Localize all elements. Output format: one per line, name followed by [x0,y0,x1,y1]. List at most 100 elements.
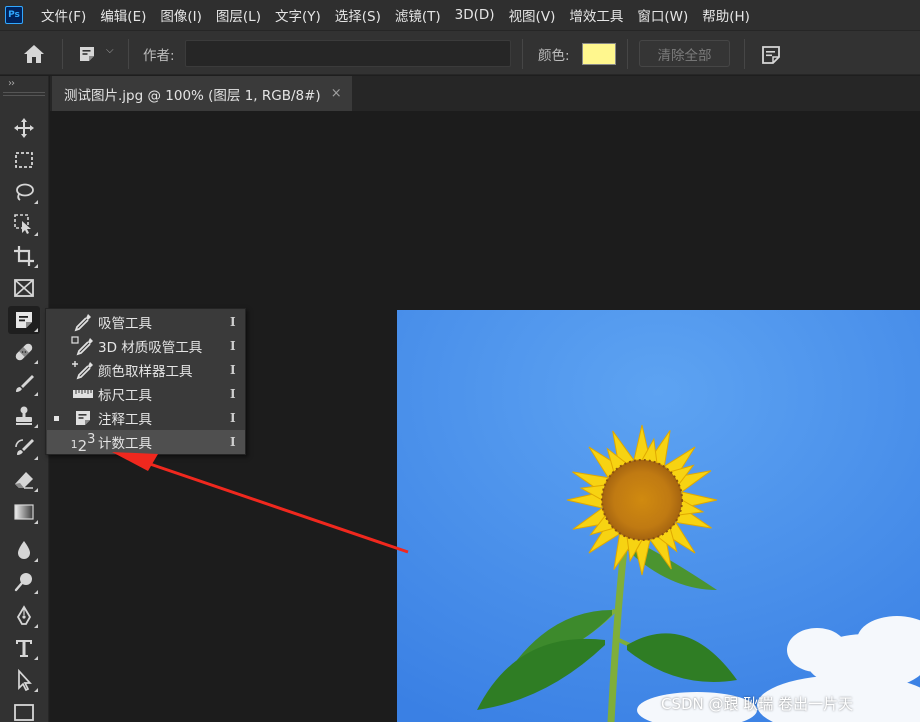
flyout-item-shortcut: I [230,339,236,353]
selected-bullet-icon [54,415,59,421]
note-color-swatch[interactable] [582,43,616,65]
count-icon-digit: 3 [87,431,96,447]
lasso-tool[interactable] [8,178,40,206]
note-tool[interactable] [8,306,40,334]
menu-filter[interactable]: 滤镜(T) [395,5,441,25]
path-selection-tool[interactable] [8,666,40,694]
color-label: 颜色: [538,48,570,64]
menu-view[interactable]: 视图(V) [509,5,556,25]
notes-panel-button[interactable] [758,43,784,67]
color-sampler-icon [70,360,96,380]
flyout-item-ruler[interactable]: 标尺工具 I [47,382,245,406]
history-brush-icon [15,439,34,455]
move-icon [14,118,34,138]
home-button[interactable] [20,41,48,67]
frame-icon [14,279,34,297]
history-brush-tool[interactable] [8,434,40,462]
menu-plugins[interactable]: 增效工具 [569,5,623,25]
note-icon [70,408,96,428]
flyout-item-eyedropper[interactable]: 吸管工具 I [47,310,245,334]
options-divider [627,39,628,69]
flyout-item-shortcut: I [230,411,236,425]
flyout-item-label: 标尺工具 [98,388,152,404]
frame-tool[interactable] [8,274,40,302]
note-icon [16,312,32,328]
document-tab[interactable]: 测试图片.jpg @ 100% (图层 1, RGB/8#) × [52,76,352,111]
chevron-down-icon[interactable]: ⌵ [106,45,114,56]
menu-edit[interactable]: 编辑(E) [100,5,146,25]
move-tool[interactable] [8,114,40,142]
marquee-tool[interactable] [8,146,40,174]
options-divider [62,39,63,69]
flyout-item-shortcut: I [230,387,236,401]
submenu-indicator-icon [34,200,38,204]
submenu-indicator-icon [34,624,38,628]
menu-file[interactable]: 文件(F) [41,5,86,25]
crop-tool[interactable] [8,242,40,270]
menu-bar: Ps 文件(F) 编辑(E) 图像(I) 图层(L) 文字(Y) 选择(S) 滤… [0,0,920,30]
flyout-item-shortcut: I [230,315,236,329]
object-selection-icon [14,214,31,234]
author-input[interactable] [185,40,511,67]
menu-3d[interactable]: 3D(D) [455,7,495,23]
submenu-indicator-icon [34,558,38,562]
document-tab-title: 测试图片.jpg @ 100% (图层 1, RGB/8#) [64,87,321,104]
close-icon[interactable]: × [331,86,342,101]
bandage-icon [15,343,33,361]
flyout-item-note[interactable]: 注释工具 I [47,406,245,430]
gradient-tool[interactable] [8,498,40,526]
options-bar: ⌵ 作者: 颜色: 清除全部 [0,30,920,75]
collapse-panel-icon[interactable]: ›› [8,78,15,89]
menu-window[interactable]: 窗口(W) [637,5,688,25]
blur-tool[interactable] [8,536,40,564]
flyout-item-color-sampler[interactable]: 颜色取样器工具 I [47,358,245,382]
object-selection-tool[interactable] [8,210,40,238]
flyout-item-label: 3D 材质吸管工具 [98,340,203,356]
eyedropper-icon [70,312,96,332]
home-icon [24,45,44,63]
eraser-icon [15,472,33,489]
type-tool[interactable] [8,634,40,662]
flyout-item-count[interactable]: 123 计数工具 I [47,430,245,455]
flyout-item-label: 吸管工具 [98,316,152,332]
submenu-indicator-icon [34,424,38,428]
rectangle-icon [14,704,34,721]
sunflower-photo [397,310,920,722]
menu-select[interactable]: 选择(S) [335,5,381,25]
tool-preset-picker[interactable] [74,43,100,65]
eraser-tool[interactable] [8,466,40,494]
path-selection-icon [18,669,32,691]
clear-all-button[interactable]: 清除全部 [639,40,730,67]
gradient-icon [14,504,34,520]
dodge-tool[interactable] [8,568,40,596]
submenu-indicator-icon [34,328,38,332]
flyout-item-3d-material-eyedropper[interactable]: 3D 材质吸管工具 I [47,334,245,358]
photoshop-logo-icon: Ps [5,6,23,24]
crop-icon [14,246,34,266]
menu-image[interactable]: 图像(I) [160,5,202,25]
panel-grip[interactable] [3,92,45,96]
submenu-indicator-icon [34,688,38,692]
menu-layer[interactable]: 图层(L) [216,5,261,25]
submenu-indicator-icon [34,456,38,460]
submenu-indicator-icon [34,392,38,396]
document-tab-bar: 测试图片.jpg @ 100% (图层 1, RGB/8#) × [50,76,920,111]
eyedropper-tool-flyout: 吸管工具 I 3D 材质吸管工具 I 颜色取样器工具 I 标尺工具 I 注释工具… [45,308,246,455]
brush-tool[interactable] [8,370,40,398]
options-divider [744,39,745,69]
type-icon [16,640,32,657]
lasso-icon [16,183,34,201]
menu-type[interactable]: 文字(Y) [275,5,321,25]
brush-icon [16,375,34,392]
pen-tool[interactable] [8,602,40,630]
healing-brush-tool[interactable] [8,338,40,366]
document-image[interactable] [397,310,920,722]
menu-help[interactable]: 帮助(H) [702,5,750,25]
clone-stamp-tool[interactable] [8,402,40,430]
submenu-indicator-icon [34,360,38,364]
flyout-item-label: 注释工具 [98,412,152,428]
pen-icon [16,605,32,625]
submenu-indicator-icon [34,264,38,268]
options-divider [522,39,523,69]
rectangle-tool[interactable] [8,698,40,722]
